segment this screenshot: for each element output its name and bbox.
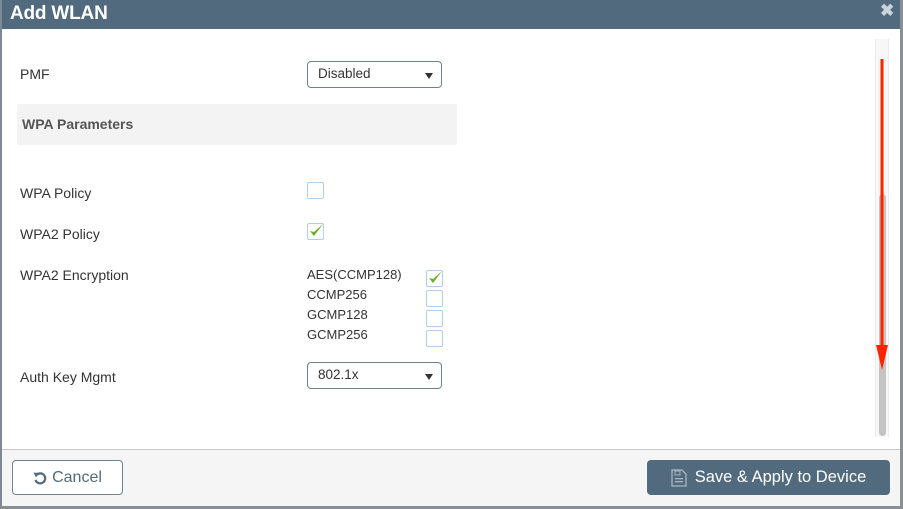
encryption-option-label: AES(CCMP128) — [307, 267, 402, 282]
dialog-title: Add WLAN — [10, 3, 108, 24]
ccmp256-checkbox[interactable] — [426, 290, 443, 307]
encryption-option-label: GCMP128 — [307, 307, 368, 322]
encryption-option-label: GCMP256 — [307, 327, 368, 342]
wpa-policy-label: WPA Policy — [20, 185, 92, 201]
pmf-select[interactable]: Disabled — [307, 61, 442, 88]
add-wlan-dialog: Add WLAN ✖ PMF Disabled WPA Parameters W… — [0, 0, 902, 506]
gcmp128-checkbox[interactable] — [426, 310, 443, 327]
wpa-policy-checkbox[interactable] — [307, 182, 324, 199]
pmf-label: PMF — [20, 66, 50, 82]
auth-key-mgmt-label: Auth Key Mgmt — [20, 369, 116, 385]
wpa2-policy-label: WPA2 Policy — [20, 226, 100, 242]
encryption-option-label: CCMP256 — [307, 287, 367, 302]
cancel-button[interactable]: Cancel — [12, 460, 123, 495]
close-icon[interactable]: ✖ — [880, 2, 894, 19]
wpa-parameters-section: WPA Parameters — [17, 104, 457, 145]
aes-ccmp128-checkbox[interactable] — [426, 270, 443, 287]
auth-key-mgmt-select[interactable]: 802.1x — [307, 362, 442, 389]
red-arrow-annotation-icon — [876, 59, 888, 370]
pmf-select-value: Disabled — [318, 66, 371, 81]
dialog-footer: Cancel Save & Apply to Device — [2, 449, 900, 506]
dialog-header: Add WLAN ✖ — [2, 0, 902, 29]
undo-icon — [33, 471, 47, 484]
checkmark-icon — [429, 271, 442, 283]
wpa2-encryption-label: WPA2 Encryption — [20, 267, 129, 283]
checkmark-icon — [310, 224, 323, 236]
cancel-label: Cancel — [52, 468, 102, 486]
auth-key-mgmt-value: 802.1x — [318, 367, 359, 382]
save-apply-label: Save & Apply to Device — [694, 468, 867, 486]
wpa2-policy-checkbox[interactable] — [307, 223, 324, 240]
chevron-down-icon — [425, 73, 433, 79]
dialog-body: PMF Disabled WPA Parameters WPA Policy W… — [2, 29, 900, 449]
chevron-down-icon — [425, 374, 433, 380]
save-apply-button[interactable]: Save & Apply to Device — [647, 460, 890, 495]
gcmp256-checkbox[interactable] — [426, 330, 443, 347]
save-file-icon — [671, 468, 687, 487]
section-title: WPA Parameters — [22, 116, 134, 132]
